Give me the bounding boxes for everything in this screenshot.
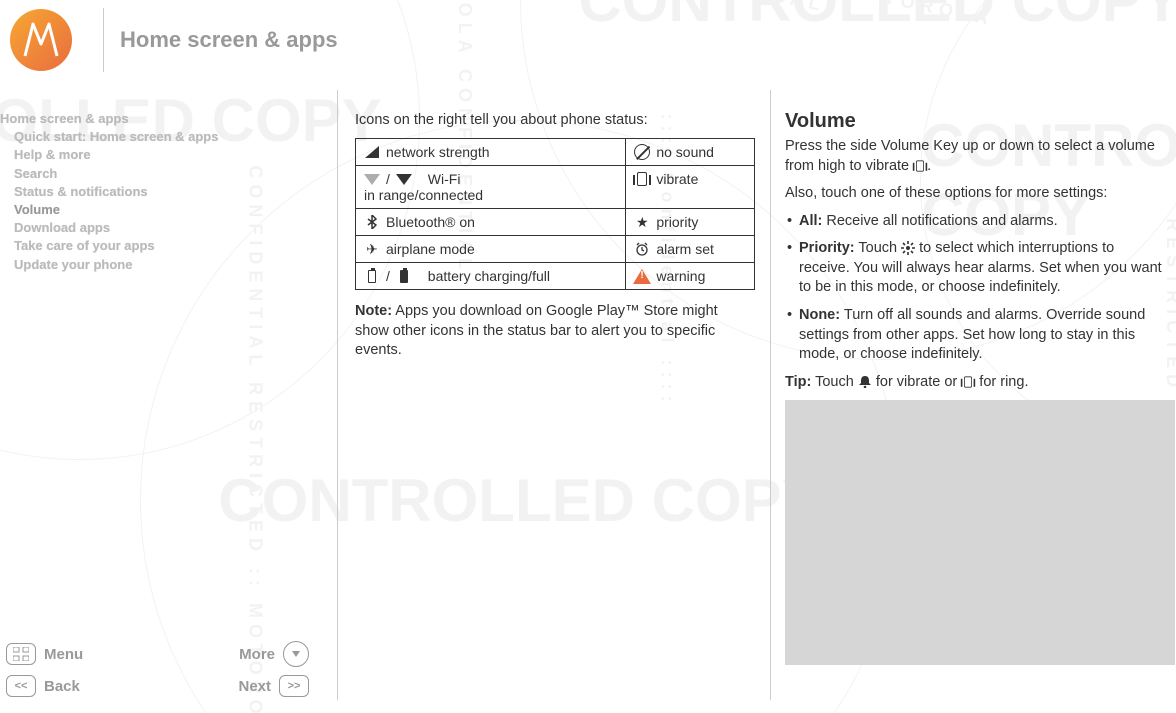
tip-paragraph: Tip: Touch for vibrate or for ring. (785, 373, 1165, 393)
cell-label: no sound (656, 144, 714, 160)
page-header: Home screen & apps (0, 0, 350, 80)
priority-star-icon: ★ (634, 215, 650, 229)
vibrate-inline-icon (913, 159, 927, 173)
motorola-logo (10, 9, 72, 71)
nav-download-apps[interactable]: Download apps (0, 219, 280, 237)
table-row: network strength no sound (356, 139, 755, 166)
nav-help-more[interactable]: Help & more (0, 146, 280, 164)
note-paragraph: Note: Apps you download on Google Play™ … (355, 302, 755, 361)
next-button[interactable]: Next >> (238, 675, 309, 697)
volume-intro-2: Also, touch one of these options for mor… (785, 184, 1165, 204)
cell-sublabel: in range/connected (364, 187, 617, 203)
volume-options-list: All: Receive all notifications and alarm… (785, 212, 1165, 365)
list-item: Priority: Touch to select which interrup… (785, 239, 1165, 298)
table-row: / battery charging/full warning (356, 263, 755, 290)
nav-take-care-apps[interactable]: Take care of your apps (0, 237, 280, 255)
cell-label: network strength (386, 144, 490, 160)
settings-gear-icon (901, 241, 915, 255)
signal-strength-icon (364, 145, 380, 159)
warning-icon (634, 269, 650, 283)
cell-label: Bluetooth® on (386, 214, 475, 230)
menu-icon (6, 643, 36, 665)
list-item: None: Turn off all sounds and alarms. Ov… (785, 306, 1165, 365)
screenshot-placeholder (785, 400, 1175, 665)
wifi-in-range-icon (364, 172, 380, 186)
content-column-right: Volume Press the side Volume Key up or d… (785, 110, 1165, 665)
nav-volume[interactable]: Volume (0, 201, 280, 219)
volume-heading: Volume (785, 110, 1165, 133)
column-divider-2 (770, 90, 771, 700)
next-label: Next (238, 678, 271, 695)
battery-charging-icon (364, 269, 380, 283)
note-label: Note: (355, 303, 392, 319)
menu-button[interactable]: Menu (6, 643, 83, 665)
opt-priority-label: Priority: (799, 240, 855, 256)
more-label: More (239, 646, 275, 663)
nav-status-notifications[interactable]: Status & notifications (0, 183, 280, 201)
cell-label: alarm set (656, 241, 714, 257)
sidebar-nav: Home screen & apps Quick start: Home scr… (0, 110, 280, 274)
vibrate-ring-icon (961, 375, 975, 389)
menu-label: Menu (44, 646, 83, 663)
opt-all-label: All: (799, 213, 822, 229)
nav-home-screen-apps[interactable]: Home screen & apps (0, 110, 280, 128)
wifi-connected-icon (396, 172, 412, 186)
no-sound-icon (634, 145, 650, 159)
table-row: Bluetooth® on ★ priority (356, 209, 755, 236)
next-icon: >> (279, 675, 309, 697)
cell-label: priority (656, 214, 698, 230)
content-column-left: Icons on the right tell you about phone … (355, 88, 755, 361)
cell-label: warning (656, 268, 705, 284)
header-divider (103, 8, 104, 72)
motorola-m-icon (19, 18, 63, 62)
more-button[interactable]: More (239, 641, 309, 667)
nav-search[interactable]: Search (0, 165, 280, 183)
airplane-mode-icon: ✈ (364, 242, 380, 256)
alarm-icon (634, 242, 650, 256)
bell-icon (858, 375, 872, 389)
volume-intro-1: Press the side Volume Key up or down to … (785, 137, 1165, 176)
table-row: ✈ airplane mode alarm set (356, 236, 755, 263)
list-item: All: Receive all notifications and alarm… (785, 212, 1165, 232)
opt-none-body: Turn off all sounds and alarms. Override… (799, 307, 1145, 362)
status-icon-table: network strength no sound / Wi-Fi in ran… (355, 138, 755, 290)
page-title: Home screen & apps (120, 27, 338, 53)
bluetooth-icon (364, 215, 380, 229)
cell-label: Wi-Fi (428, 171, 461, 187)
back-icon: << (6, 675, 36, 697)
vibrate-icon (634, 172, 650, 186)
back-button[interactable]: << Back (6, 675, 80, 697)
footer-nav: Menu More << Back Next >> (0, 637, 315, 701)
battery-full-icon (396, 269, 412, 283)
more-icon (283, 641, 309, 667)
column-divider-1 (337, 90, 338, 700)
note-body: Apps you download on Google Play™ Store … (355, 303, 718, 358)
back-label: Back (44, 678, 80, 695)
nav-quick-start[interactable]: Quick start: Home screen & apps (0, 128, 280, 146)
opt-all-body: Receive all notifications and alarms. (826, 213, 1057, 229)
cell-label: airplane mode (386, 241, 475, 257)
nav-update-phone[interactable]: Update your phone (0, 256, 280, 274)
status-intro: Icons on the right tell you about phone … (355, 112, 755, 128)
cell-label: battery charging/full (428, 268, 550, 284)
tip-label: Tip: (785, 374, 811, 390)
table-row: / Wi-Fi in range/connected vibrate (356, 166, 755, 209)
cell-label: vibrate (656, 171, 698, 187)
opt-none-label: None: (799, 307, 840, 323)
